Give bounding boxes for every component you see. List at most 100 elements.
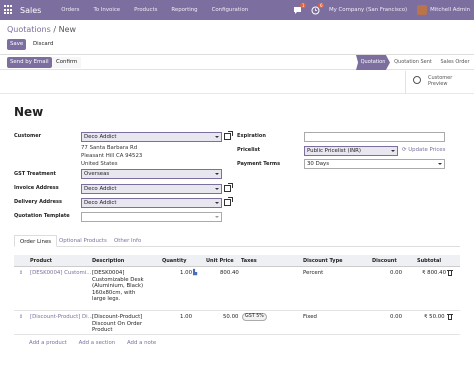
company-switcher[interactable]: My Company (San Francisco) — [329, 7, 407, 13]
row-discount-type[interactable]: Percent — [303, 270, 323, 277]
activity-clock-icon[interactable]: 6 — [311, 2, 324, 15]
breadcrumb-quotations[interactable]: Quotations — [7, 25, 51, 34]
invoice-address-value: Deco Addict — [84, 186, 117, 192]
customer-address-line-1: 77 Santa Barbara Rd — [81, 145, 138, 151]
col-discount[interactable]: Discount — [372, 255, 397, 267]
col-subtotal[interactable]: Subtotal — [417, 255, 441, 267]
invoice-address-field[interactable]: Deco Addict — [81, 184, 222, 194]
breadcrumb-separator: / — [53, 25, 57, 34]
menu-orders[interactable]: Orders — [61, 7, 79, 13]
row-quantity[interactable]: 1.00 — [180, 270, 192, 277]
button-box: Customer Preview — [0, 71, 474, 94]
tax-tag[interactable]: GST 5% — [242, 313, 267, 321]
delivery-address-value: Deco Addict — [84, 200, 117, 206]
chat-icon[interactable]: 1 — [293, 2, 306, 15]
save-button[interactable]: Save — [7, 39, 27, 50]
stage-sales-order[interactable]: Sales Order — [436, 55, 474, 70]
menu-reporting[interactable]: Reporting — [171, 7, 197, 13]
menu-to-invoice[interactable]: To Invoice — [93, 7, 120, 13]
add-line-links: Add a product Add a section Add a note — [29, 340, 166, 346]
add-note-link[interactable]: Add a note — [127, 340, 156, 346]
table-row[interactable]: ⇕ [DESK0004] Customi... [DESK0004] Custo… — [14, 267, 460, 311]
chat-count-badge: 1 — [300, 2, 306, 8]
delete-row-icon[interactable] — [447, 269, 453, 276]
app-brand[interactable]: Sales — [20, 6, 41, 15]
update-prices-button[interactable]: ⟳ Update Prices — [402, 147, 445, 153]
chevron-down-icon — [215, 216, 219, 218]
col-product[interactable]: Product — [30, 255, 52, 267]
external-link-icon[interactable] — [224, 183, 233, 192]
chevron-down-icon — [215, 173, 219, 175]
external-link-icon[interactable] — [224, 131, 233, 140]
tab-order-lines[interactable]: Order Lines — [14, 235, 58, 247]
invoice-address-label: Invoice Address — [14, 185, 59, 191]
gst-treatment-field[interactable]: Overseas — [81, 169, 222, 179]
customer-value: Deco Addict — [84, 134, 117, 140]
row-discount[interactable]: 0.00 — [390, 270, 402, 277]
order-lines-header: Product Description Quantity Unit Price … — [14, 255, 460, 267]
external-link-icon[interactable] — [224, 197, 233, 206]
confirm-button[interactable]: Confirm — [52, 57, 82, 68]
activity-count-badge: 6 — [318, 2, 324, 8]
top-navbar: Sales Orders To Invoice Products Reporti… — [0, 0, 474, 20]
tab-other-info[interactable]: Other Info — [114, 235, 141, 247]
form-sheet: Send by Email Confirm Quotation Quotatio… — [0, 55, 474, 372]
col-description[interactable]: Description — [92, 255, 124, 267]
payment-terms-field[interactable]: 30 Days — [304, 159, 445, 169]
user-menu[interactable]: Mitchell Admin — [430, 7, 470, 13]
add-product-link[interactable]: Add a product — [29, 340, 67, 346]
col-quantity[interactable]: Quantity — [162, 255, 187, 267]
delivery-address-field[interactable]: Deco Addict — [81, 198, 222, 208]
chevron-down-icon — [438, 163, 442, 165]
pricelist-value: Public Pricelist (INR) — [307, 148, 362, 154]
chevron-down-icon — [215, 136, 219, 138]
row-discount[interactable]: 0.00 — [390, 314, 402, 321]
add-section-link[interactable]: Add a section — [79, 340, 116, 346]
chevron-down-icon — [215, 202, 219, 204]
pricelist-label: Pricelist — [237, 147, 260, 153]
user-avatar[interactable] — [417, 5, 428, 15]
customer-preview-button[interactable]: Customer Preview — [405, 71, 474, 94]
menu-configuration[interactable]: Configuration — [212, 7, 249, 13]
notebook-tabs: Order Lines Optional Products Other Info — [14, 235, 460, 247]
stage-quotation[interactable]: Quotation — [356, 55, 390, 70]
record-title: New — [14, 105, 44, 119]
row-quantity[interactable]: 1.00 — [180, 314, 192, 321]
row-description-line: Product — [92, 327, 113, 333]
row-product[interactable]: [DESK0004] Customi... — [30, 270, 91, 277]
row-discount-type[interactable]: Fixed — [303, 314, 317, 321]
delete-row-icon[interactable] — [447, 313, 453, 320]
customer-address-line-2: Pleasant Hill CA 94523 — [81, 153, 143, 159]
col-taxes[interactable]: Taxes — [241, 255, 257, 267]
row-product[interactable]: [Discount-Product] Di... — [30, 314, 93, 321]
drag-handle-icon[interactable]: ⇕ — [19, 270, 23, 276]
col-discount-type[interactable]: Discount Type — [303, 255, 343, 267]
chevron-down-icon — [215, 188, 219, 190]
drag-handle-icon[interactable]: ⇕ — [19, 314, 23, 320]
payment-terms-value: 30 Days — [307, 161, 330, 167]
apps-menu-icon[interactable] — [4, 5, 14, 15]
chevron-down-icon — [391, 150, 395, 152]
col-unit-price[interactable]: Unit Price — [206, 255, 234, 267]
menu-products[interactable]: Products — [134, 7, 157, 13]
customer-preview-label-2: Preview — [428, 81, 448, 87]
tab-optional-products[interactable]: Optional Products — [59, 235, 107, 247]
stage-quotation-sent[interactable]: Quotation Sent — [391, 55, 435, 70]
expiration-field[interactable] — [304, 132, 445, 142]
customer-label: Customer — [14, 133, 42, 139]
gst-treatment-value: Overseas — [84, 171, 110, 177]
send-by-email-button[interactable]: Send by Email — [7, 57, 52, 68]
update-prices-label: Update Prices — [408, 147, 446, 153]
forecast-chart-icon[interactable]: ▙ — [193, 270, 197, 277]
discard-button[interactable]: Discard — [30, 39, 56, 50]
table-row[interactable]: ⇕ [Discount-Product] Di... [Discount-Pro… — [14, 311, 460, 335]
breadcrumb: Quotations / New — [7, 25, 76, 34]
quotation-template-field[interactable] — [81, 212, 222, 222]
quotation-template-label: Quotation Template — [14, 213, 70, 219]
pricelist-field[interactable]: Public Pricelist (INR) — [304, 146, 398, 156]
customer-field[interactable]: Deco Addict — [81, 132, 222, 142]
row-unit-price[interactable]: 800.40 — [220, 270, 239, 277]
row-description-line: large legs. — [92, 296, 121, 302]
row-unit-price[interactable]: 50.00 — [223, 314, 238, 321]
breadcrumb-current: New — [58, 25, 77, 34]
